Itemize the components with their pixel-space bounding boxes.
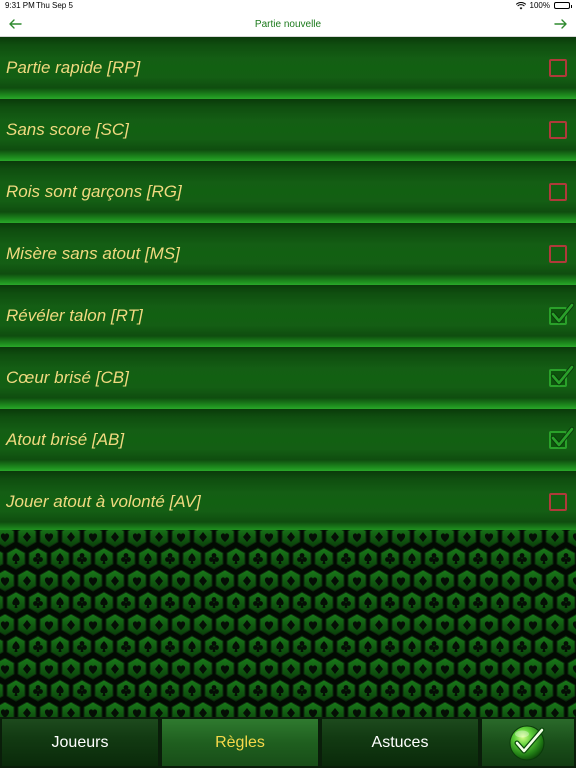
status-date: Thu Sep 5 [36,1,73,10]
checkmark-ball-icon [509,725,545,760]
battery-percent: 100% [529,1,550,10]
tab-astuces[interactable]: Astuces [320,717,480,768]
rule-row-rg[interactable]: Rois sont garçons [RG] [0,161,576,223]
rule-checkbox[interactable] [549,302,575,325]
battery-icon [554,2,572,9]
rule-label: Partie rapide [RP] [6,58,141,77]
rule-label: Sans score [SC] [6,120,129,139]
navigation-bar: Partie nouvelle [0,12,576,37]
card-suit-pattern-background [0,530,576,717]
rule-row-rp[interactable]: Partie rapide [RP] [0,37,576,99]
rule-checkbox[interactable] [549,183,567,201]
tab-joueurs[interactable]: Joueurs [0,717,160,768]
rule-checkbox[interactable] [549,426,575,449]
rule-checkbox[interactable] [549,59,567,77]
suit-pattern [0,530,576,717]
rule-checkbox[interactable] [549,121,567,139]
rules-list: Partie rapide [RP] Sans score [SC] Rois … [0,37,576,533]
rule-checkbox[interactable] [549,364,575,387]
rule-label: Misère sans atout [MS] [6,244,180,263]
wifi-icon [515,1,526,9]
status-right: 100% [515,1,572,10]
checkmark-icon [550,364,575,386]
confirm-button[interactable] [480,717,576,768]
rule-label: Jouer atout à volonté [AV] [6,492,201,511]
rule-row-rt[interactable]: Révéler talon [RT] [0,285,576,347]
tab-label: Joueurs [51,733,109,751]
status-bar: 9:31 PM Thu Sep 5 100% [0,0,576,12]
status-time: 9:31 PM [5,1,35,10]
arrow-right-icon[interactable] [554,18,568,30]
checkmark-icon [550,426,575,448]
tab-label: Astuces [371,733,429,751]
page-title: Partie nouvelle [254,19,322,30]
rule-checkbox[interactable] [549,245,567,263]
rule-row-sc[interactable]: Sans score [SC] [0,99,576,161]
rule-row-ms[interactable]: Misère sans atout [MS] [0,223,576,285]
rule-row-av[interactable]: Jouer atout à volonté [AV] [0,471,576,533]
rule-row-ab[interactable]: Atout brisé [AB] [0,409,576,471]
checkmark-icon [550,302,575,324]
rule-label: Révéler talon [RT] [6,306,143,325]
rule-label: Cœur brisé [CB] [6,368,129,387]
rule-checkbox[interactable] [549,493,567,511]
tab-bar: Joueurs Règles Astuces [0,717,576,768]
tab-regles[interactable]: Règles [160,717,320,768]
tab-label: Règles [215,733,265,751]
rule-label: Rois sont garçons [RG] [6,182,182,201]
rule-row-cb[interactable]: Cœur brisé [CB] [0,347,576,409]
rule-label: Atout brisé [AB] [6,430,125,449]
